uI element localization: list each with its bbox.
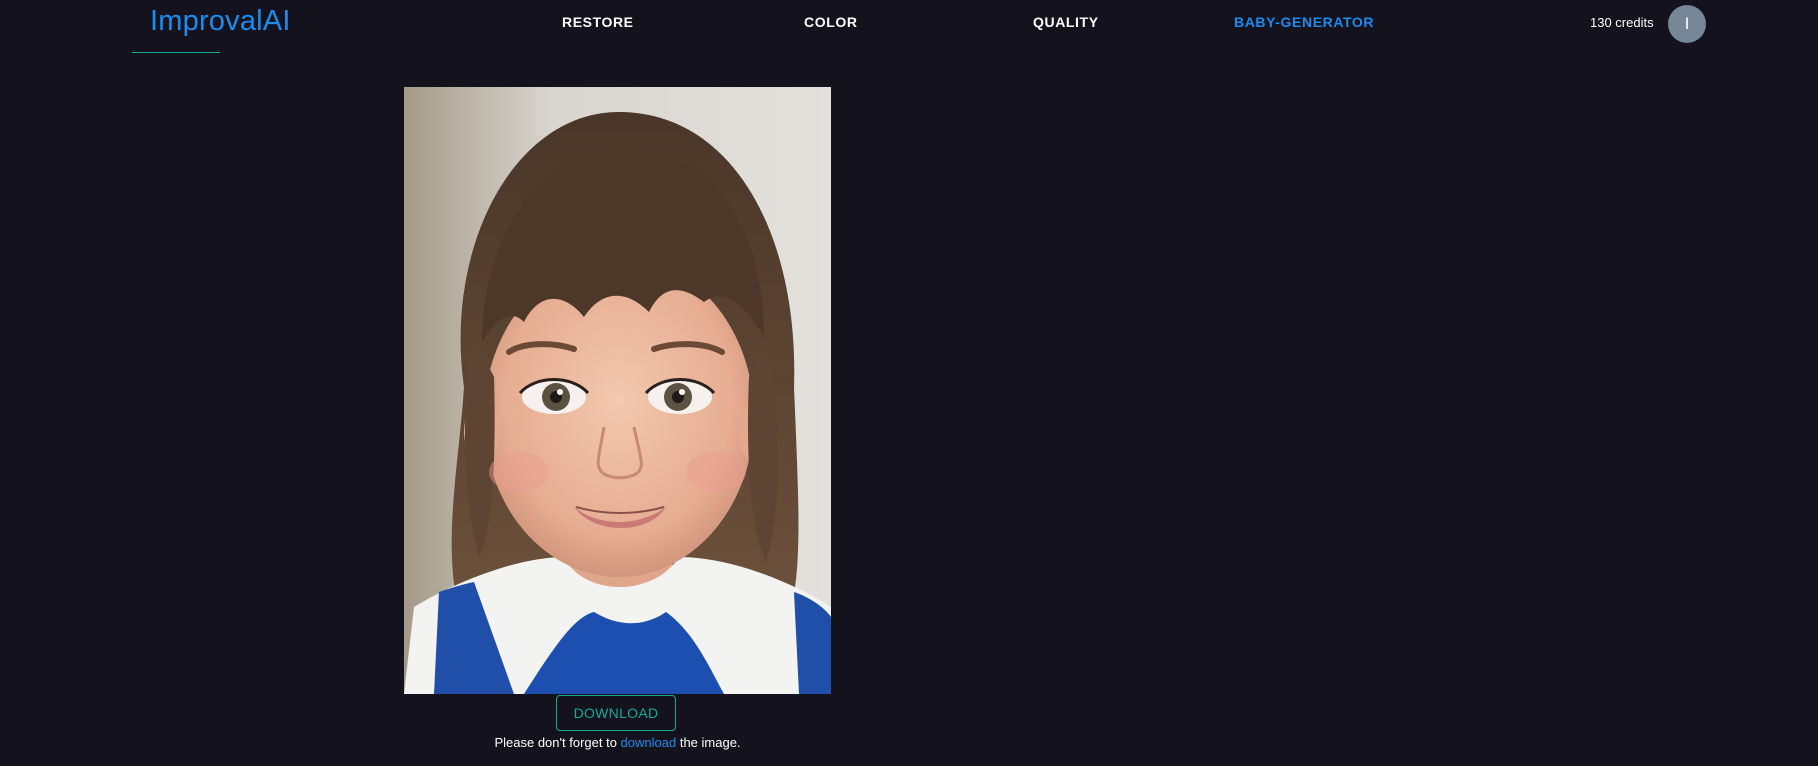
logo[interactable]: ImprovalAI [150,5,291,38]
logo-underline [132,52,220,53]
download-link[interactable]: download [621,735,677,750]
download-button[interactable]: DOWNLOAD [556,695,676,731]
generated-baby-image [404,87,831,694]
download-reminder-suffix: the image. [679,735,741,750]
nav-quality[interactable]: QUALITY [1033,14,1099,30]
user-avatar[interactable]: I [1668,5,1706,43]
nav-color[interactable]: COLOR [804,14,858,30]
nav-baby-generator[interactable]: BABY-GENERATOR [1234,14,1374,30]
download-reminder: Please don't forget to download the imag… [404,735,831,750]
credits-count: 130 credits [1590,15,1654,30]
top-navbar: ImprovalAI RESTORE COLOR QUALITY BABY-GE… [0,0,1818,56]
download-reminder-prefix: Please don't forget to [494,735,617,750]
nav-restore[interactable]: RESTORE [562,14,634,30]
